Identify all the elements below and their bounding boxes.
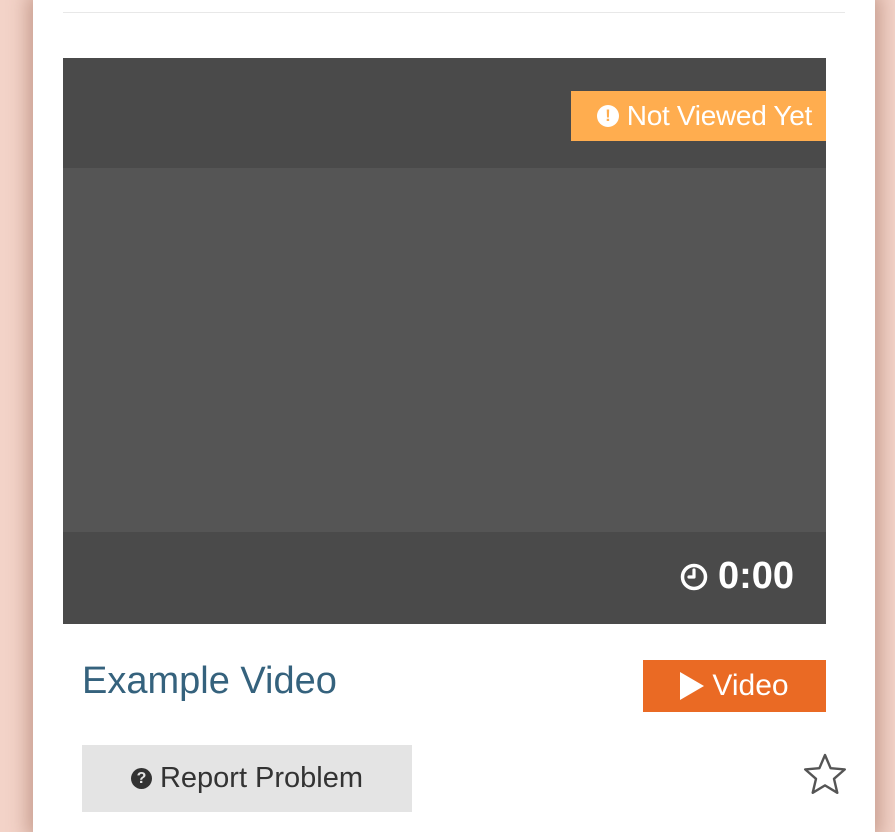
video-thumbnail[interactable]: ! Not Viewed Yet 0:00 <box>63 58 826 624</box>
question-circle-icon: ? <box>130 768 152 789</box>
content-type-label: Video <box>712 669 789 702</box>
report-problem-label: Report Problem <box>159 762 364 794</box>
duration-text: 0:00 <box>717 555 794 597</box>
status-badge-label: Not Viewed Yet <box>626 100 813 131</box>
clock-icon <box>680 563 708 590</box>
video-duration: 0:00 <box>680 555 794 598</box>
star-outline-icon[interactable] <box>803 752 847 796</box>
card-divider <box>63 12 845 13</box>
play-icon <box>680 672 705 700</box>
video-card: ! Not Viewed Yet 0:00 Example Video Vide… <box>33 0 875 832</box>
video-title-link[interactable]: Example Video <box>82 660 337 703</box>
content-type-badge: Video <box>643 660 826 712</box>
report-problem-button[interactable]: ? Report Problem <box>82 745 412 812</box>
status-badge: ! Not Viewed Yet <box>570 91 826 141</box>
exclamation-circle-icon: ! <box>596 105 619 127</box>
